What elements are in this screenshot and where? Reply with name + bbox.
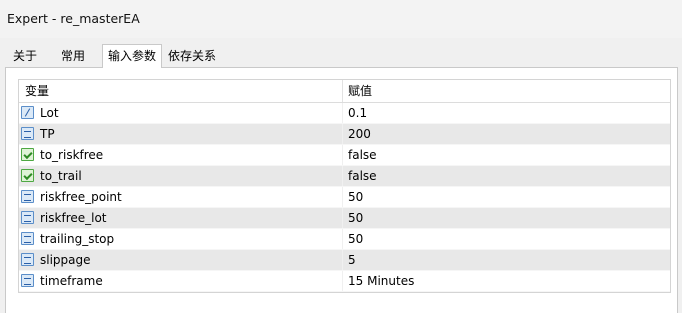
boolean-type-icon bbox=[21, 169, 34, 182]
parameter-value[interactable]: 50 bbox=[348, 229, 363, 249]
table-row[interactable]: timeframe 15 Minutes bbox=[19, 271, 670, 292]
cell-divider bbox=[342, 229, 343, 249]
cell-divider bbox=[342, 103, 343, 123]
parameter-value[interactable]: 200 bbox=[348, 124, 371, 144]
tab-input-parameters[interactable]: 输入参数 bbox=[102, 44, 163, 68]
integer-type-icon bbox=[21, 232, 34, 245]
integer-type-icon bbox=[21, 253, 34, 266]
column-divider[interactable] bbox=[342, 80, 343, 102]
tab-about[interactable]: 关于 bbox=[8, 46, 42, 66]
cell-divider bbox=[342, 187, 343, 207]
parameter-name: trailing_stop bbox=[40, 232, 115, 246]
table-row[interactable]: to_riskfree false bbox=[19, 145, 670, 166]
tab-bar: 关于 常用 输入参数 依存关系 bbox=[0, 44, 682, 68]
parameter-value[interactable]: false bbox=[348, 145, 377, 165]
parameter-value[interactable]: 50 bbox=[348, 187, 363, 207]
table-row[interactable]: Lot 0.1 bbox=[19, 103, 670, 124]
parameter-value[interactable]: false bbox=[348, 166, 377, 186]
cell-divider bbox=[342, 166, 343, 186]
column-header-variable[interactable]: 变量 bbox=[25, 80, 49, 102]
fraction-type-icon bbox=[21, 106, 34, 119]
tab-common[interactable]: 常用 bbox=[56, 46, 90, 66]
boolean-type-icon bbox=[21, 148, 34, 161]
cell-divider bbox=[342, 271, 343, 291]
cell-divider bbox=[342, 208, 343, 228]
table-row[interactable]: slippage 5 bbox=[19, 250, 670, 271]
table-row[interactable]: riskfree_lot 50 bbox=[19, 208, 670, 229]
cell-divider bbox=[342, 124, 343, 144]
title-bar: Expert - re_masterEA bbox=[0, 0, 682, 38]
cell-divider bbox=[342, 145, 343, 165]
integer-type-icon bbox=[21, 127, 34, 140]
table-row[interactable]: to_trail false bbox=[19, 166, 670, 187]
parameter-name: slippage bbox=[40, 253, 91, 267]
parameter-value[interactable]: 15 Minutes bbox=[348, 271, 414, 291]
window-title: Expert - re_masterEA bbox=[7, 11, 140, 26]
tab-dependencies[interactable]: 依存关系 bbox=[163, 46, 221, 66]
table-header: 变量 赋值 bbox=[19, 80, 670, 103]
integer-type-icon bbox=[21, 190, 34, 203]
parameters-table: 变量 赋值 Lot 0.1 TP 200 to_riskfree false t… bbox=[18, 79, 671, 293]
parameter-name: to_riskfree bbox=[40, 148, 104, 162]
parameter-name: riskfree_lot bbox=[40, 211, 107, 225]
cell-divider bbox=[342, 250, 343, 270]
integer-type-icon bbox=[21, 211, 34, 224]
parameter-name: timeframe bbox=[40, 274, 103, 288]
parameter-name: TP bbox=[40, 127, 55, 141]
column-header-value[interactable]: 赋值 bbox=[348, 80, 372, 102]
table-row[interactable]: trailing_stop 50 bbox=[19, 229, 670, 250]
table-row[interactable]: TP 200 bbox=[19, 124, 670, 145]
parameter-value[interactable]: 0.1 bbox=[348, 103, 367, 123]
parameter-name: Lot bbox=[40, 106, 59, 120]
integer-type-icon bbox=[21, 274, 34, 287]
parameter-value[interactable]: 50 bbox=[348, 208, 363, 228]
parameter-name: riskfree_point bbox=[40, 190, 122, 204]
parameter-name: to_trail bbox=[40, 169, 82, 183]
parameter-value[interactable]: 5 bbox=[348, 250, 356, 270]
table-row[interactable]: riskfree_point 50 bbox=[19, 187, 670, 208]
